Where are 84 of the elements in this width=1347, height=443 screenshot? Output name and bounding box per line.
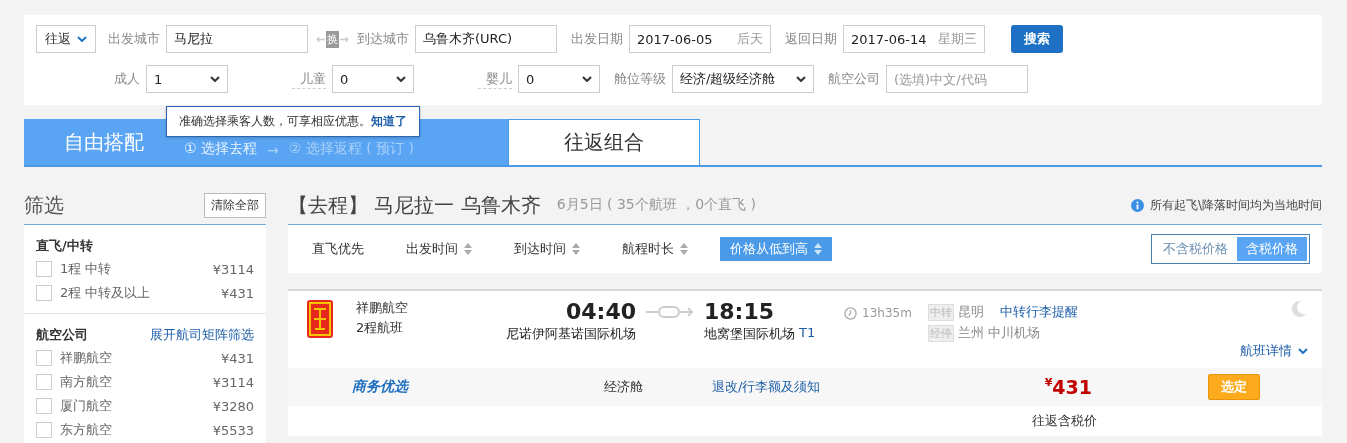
clock-icon — [844, 306, 857, 320]
flight-details-link[interactable]: 航班详情 — [1240, 342, 1308, 360]
sort-button[interactable]: 直飞优先 — [302, 237, 374, 261]
route-heading: 【去程】 马尼拉一 乌鲁木齐 — [288, 191, 541, 219]
arrow-left-icon — [316, 34, 325, 44]
terminal-label: T1 — [799, 325, 816, 342]
arrival-time: 18:15 — [704, 299, 776, 325]
filter-price: ¥5533 — [212, 422, 254, 438]
filter-price: ¥3114 — [212, 374, 254, 390]
expand-link[interactable]: 展开航司矩阵筛选 — [150, 326, 254, 344]
passenger-count-dropdown[interactable]: 0 — [518, 65, 600, 93]
arrow-right-icon — [340, 34, 349, 44]
promo-label: 商务优选 — [352, 378, 408, 394]
departure-date-field[interactable]: 2017-06-05 后天 — [629, 25, 771, 53]
checkbox[interactable] — [36, 350, 52, 366]
cabin-class-dropdown[interactable]: 经济/超级经济舱 — [672, 65, 814, 93]
baggage-reminder-link[interactable]: 中转行李提醒 — [999, 303, 1078, 321]
tab[interactable]: 往返组合 — [508, 119, 700, 165]
departure-time: 04:40 — [565, 299, 636, 325]
field-label: 儿童 — [292, 69, 326, 89]
trip-type-dropdown[interactable]: 往返 — [36, 25, 96, 53]
field-label: 舱位等级 — [614, 70, 666, 88]
filter-title: 筛选 — [24, 191, 64, 219]
field-label: 到达城市 — [357, 30, 409, 48]
return-date-field[interactable]: 2017-06-14 星期三 — [843, 25, 985, 53]
field-label: 成人 — [113, 70, 140, 88]
checkbox[interactable] — [36, 398, 52, 414]
checkbox[interactable] — [36, 261, 52, 277]
chevron-down-icon — [210, 76, 220, 82]
chevron-down-icon — [396, 76, 406, 82]
duration: 13h35m — [862, 306, 912, 320]
field-label: 航空公司 — [828, 70, 880, 88]
flight-summary: 6月5日 ( 35个航班 ，0个直飞 ) — [556, 196, 757, 214]
passenger-count-dropdown[interactable]: 0 — [332, 65, 414, 93]
info-icon — [1130, 198, 1144, 212]
clear-all-button[interactable]: 清除全部 — [204, 192, 266, 218]
route-arrow-icon — [646, 305, 694, 319]
dismiss-link[interactable]: 知道了 — [371, 114, 407, 128]
checkbox[interactable] — [36, 422, 52, 438]
sort-button[interactable]: 航程时长 — [612, 237, 698, 261]
field-label: 出发城市 — [108, 30, 160, 48]
time-note: 所有起飞\降落时间均为当地时间 — [1149, 196, 1322, 214]
field-label: 返回日期 — [785, 30, 837, 48]
cabin-class: 经济舱 — [604, 378, 644, 396]
filter-option[interactable]: 祥鹏航空 — [60, 349, 221, 367]
filter-option[interactable]: 1程 中转 — [60, 260, 213, 278]
price-note: 往返含税价 — [1032, 412, 1097, 430]
filter-price: ¥431 — [220, 285, 254, 301]
airline-logo-icon — [306, 299, 334, 339]
field-label: 出发日期 — [571, 30, 623, 48]
chevron-down-icon — [1298, 348, 1308, 354]
filter-option[interactable]: 2程 中转及以上 — [60, 284, 221, 302]
rules-link[interactable]: 退改/行李额及须知 — [712, 378, 932, 396]
chevron-down-icon — [77, 36, 87, 42]
field-label: 婴儿 — [478, 69, 512, 89]
search-button[interactable]: 搜索 — [1011, 25, 1063, 53]
stop-place: 昆明 — [957, 303, 984, 321]
step-label: ② 选择返程 ( 预订 ) — [288, 140, 415, 158]
passenger-count-dropdown[interactable]: 1 — [146, 65, 228, 93]
filter-group-title: 航空公司 — [36, 326, 88, 344]
departure-airport: 尼诺伊阿基诺国际机场 — [506, 325, 636, 343]
airline-field[interactable]: (选填)中文/代码 — [886, 65, 1028, 93]
arrow-glyph: → — [267, 142, 279, 158]
checkbox[interactable] — [36, 285, 52, 301]
filter-option[interactable]: 厦门航空 — [60, 397, 213, 415]
price: ¥431 — [1043, 376, 1092, 398]
filter-option[interactable]: 东方航空 — [60, 421, 213, 439]
segment-count: 2程航班 — [356, 319, 405, 337]
chevron-down-icon — [582, 76, 592, 82]
arrival-airport: 地窝堡国际机场 — [704, 325, 795, 343]
departure-city-field[interactable]: 马尼拉 — [166, 25, 308, 53]
filter-price: ¥3280 — [212, 398, 254, 414]
sort-button[interactable]: 出发时间 — [396, 237, 482, 261]
stop-place: 兰州 中川机场 — [957, 324, 1040, 342]
filter-group-title: 直飞/中转 — [36, 237, 93, 255]
sort-button[interactable]: 到达时间 — [504, 237, 590, 261]
step-label: ① 选择去程 — [184, 140, 257, 158]
arrival-city-field[interactable]: 乌鲁木齐(URC) — [415, 25, 557, 53]
filter-price: ¥3114 — [212, 261, 254, 277]
filter-option[interactable]: 南方航空 — [60, 373, 213, 391]
airline-name: 祥鹏航空 — [356, 299, 409, 317]
filter-price: ¥431 — [220, 350, 254, 366]
chevron-down-icon — [796, 76, 806, 82]
checkbox[interactable] — [36, 374, 52, 390]
